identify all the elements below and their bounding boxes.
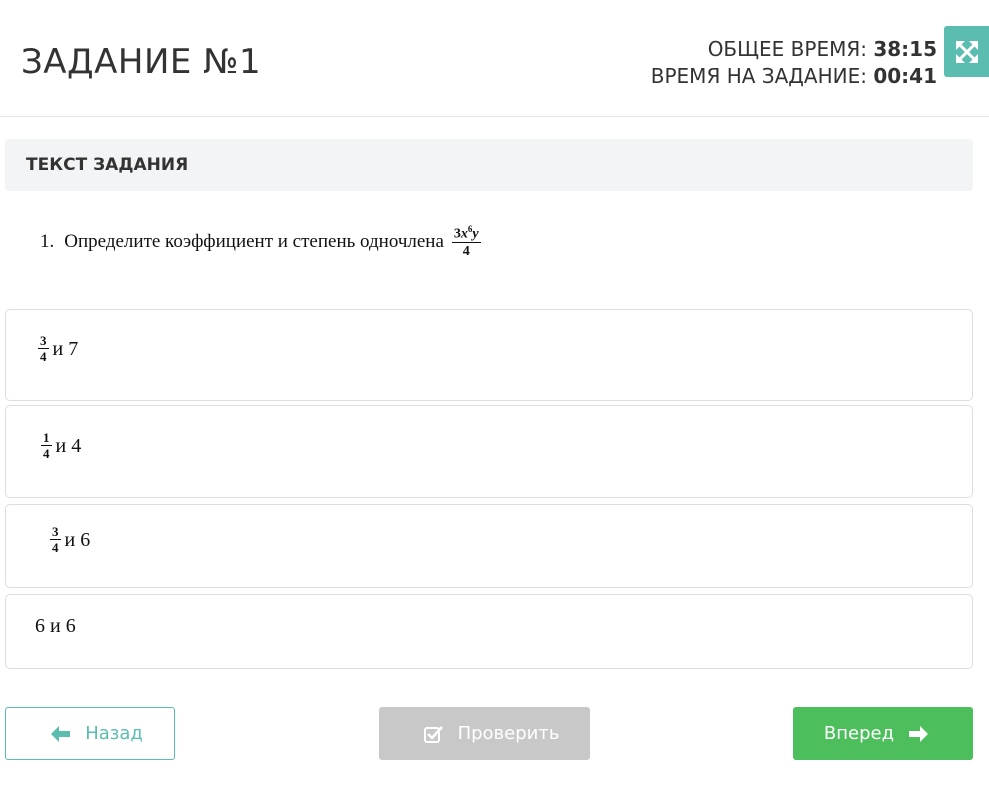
fraction-denominator: 4 xyxy=(52,540,59,556)
expand-arrows-icon xyxy=(956,41,978,63)
answer-text: 6 и 6 xyxy=(35,615,76,637)
timers: ОБЩЕЕ ВРЕМЯ: 38:15 ВРЕМЯ НА ЗАДАНИЕ: 00:… xyxy=(651,36,937,90)
check-button[interactable]: Проверить xyxy=(379,707,590,760)
fraction-numerator: 1 xyxy=(41,430,52,447)
total-time: ОБЩЕЕ ВРЕМЯ: 38:15 xyxy=(651,36,937,63)
question-fraction: 3x6y 4 xyxy=(451,224,481,260)
answer-fraction: 1 4 xyxy=(41,430,52,462)
answer-option-3[interactable]: 3 4 и 6 xyxy=(5,504,973,588)
next-button[interactable]: Вперед xyxy=(793,707,973,760)
back-button-label: Назад xyxy=(85,723,143,744)
fraction-denominator: 4 xyxy=(40,349,47,365)
numerator-var-y: y xyxy=(472,226,479,242)
fraction-denominator: 4 xyxy=(462,244,470,260)
answer-option-4[interactable]: 6 и 6 xyxy=(5,594,973,669)
numerator-var-x: x xyxy=(460,226,468,242)
answer-option-1[interactable]: 3 4 и 7 xyxy=(5,309,973,401)
answer-content: 1 4 и 4 xyxy=(37,430,82,462)
answer-rest: и 7 xyxy=(52,337,79,360)
numerator-coef: 3 xyxy=(453,226,461,242)
task-time-value: 00:41 xyxy=(873,64,937,88)
checkbox-check-icon xyxy=(423,725,443,743)
task-text-panel: ТЕКСТ ЗАДАНИЯ xyxy=(5,139,973,191)
next-button-label: Вперед xyxy=(823,723,895,744)
question-text: 1. Определите коэффициент и степень одно… xyxy=(40,224,485,260)
total-time-value: 38:15 xyxy=(873,37,937,61)
task-title: ЗАДАНИЕ №1 xyxy=(21,42,262,82)
arrow-right-icon xyxy=(909,725,929,742)
task-text-heading: ТЕКСТ ЗАДАНИЯ xyxy=(26,155,189,175)
fraction-numerator: 3 xyxy=(50,524,61,541)
question-body: Определите коэффициент и степень одночле… xyxy=(64,231,444,253)
answer-fraction: 3 4 xyxy=(38,333,49,365)
answer-content: 6 и 6 xyxy=(35,615,76,638)
answer-content: 3 4 и 6 xyxy=(46,524,91,556)
back-button[interactable]: Назад xyxy=(5,707,175,760)
task-time: ВРЕМЯ НА ЗАДАНИЕ: 00:41 xyxy=(651,63,937,90)
total-time-label: ОБЩЕЕ ВРЕМЯ: xyxy=(707,37,867,61)
fraction-denominator: 4 xyxy=(43,446,50,462)
check-button-label: Проверить xyxy=(457,723,560,744)
fraction-numerator: 3 xyxy=(38,333,49,350)
fraction-numerator: 3x6y xyxy=(451,224,481,244)
question-number: 1. xyxy=(40,231,55,253)
fullscreen-button[interactable] xyxy=(944,26,989,77)
arrow-left-icon xyxy=(51,725,71,742)
header: ЗАДАНИЕ №1 ОБЩЕЕ ВРЕМЯ: 38:15 ВРЕМЯ НА З… xyxy=(0,0,989,117)
answer-content: 3 4 и 7 xyxy=(34,333,79,365)
answer-fraction: 3 4 xyxy=(50,524,61,556)
answer-option-2[interactable]: 1 4 и 4 xyxy=(5,405,973,498)
answer-rest: и 6 xyxy=(64,528,91,551)
answer-rest: и 4 xyxy=(55,434,82,457)
task-time-label: ВРЕМЯ НА ЗАДАНИЕ: xyxy=(650,64,867,88)
